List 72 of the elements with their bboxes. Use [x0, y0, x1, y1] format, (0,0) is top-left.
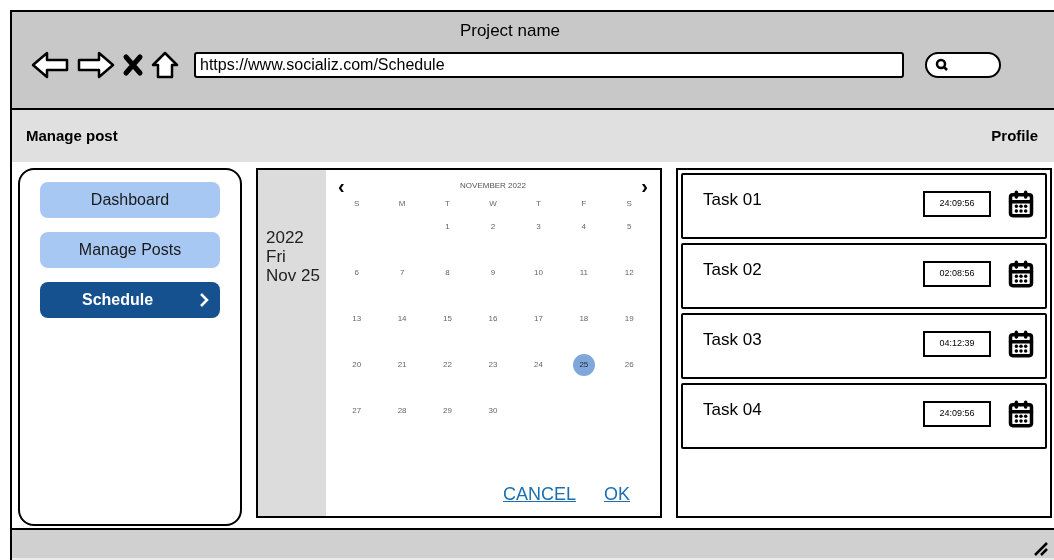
- calendar-day[interactable]: 5: [618, 216, 641, 238]
- calendar-day[interactable]: 13: [345, 308, 368, 330]
- window-title: Project name: [459, 20, 561, 42]
- calendar-day[interactable]: 23: [482, 354, 504, 376]
- calendar-day[interactable]: 22: [436, 354, 459, 376]
- calendar-day[interactable]: 20: [345, 354, 368, 376]
- previous-month-button[interactable]: ‹: [334, 176, 349, 196]
- calendar-day[interactable]: 16: [482, 308, 504, 330]
- weekday-label: S: [625, 198, 633, 210]
- calendar-day[interactable]: 24: [527, 354, 550, 376]
- month-label: NOVEMBER 2022: [460, 180, 526, 192]
- calendar-day[interactable]: 12: [618, 262, 641, 284]
- chevron-right-icon: [198, 292, 210, 308]
- cancel-button[interactable]: CANCEL: [502, 481, 576, 508]
- calendar-day[interactable]: 28: [391, 400, 414, 422]
- sidebar-item[interactable]: Schedule: [40, 282, 220, 318]
- weekday-label: T: [534, 198, 542, 210]
- calendar-day[interactable]: 21: [391, 354, 414, 376]
- calendar-day[interactable]: 27: [345, 400, 368, 422]
- search-field[interactable]: [925, 51, 1001, 78]
- home-icon[interactable]: [150, 49, 180, 80]
- calendar-icon[interactable]: [1007, 260, 1035, 288]
- calendar-day[interactable]: 7: [391, 262, 414, 284]
- selected-date: Nov 25: [266, 266, 321, 285]
- calendar-day[interactable]: 3: [527, 216, 550, 238]
- time-field[interactable]: 04:12:39: [923, 331, 991, 357]
- next-month-button[interactable]: ›: [637, 176, 652, 196]
- task-name: Task 03: [703, 329, 763, 351]
- calendar-day[interactable]: 11: [572, 262, 595, 284]
- selected-year: 2022: [266, 228, 305, 247]
- calendar-day[interactable]: 18: [572, 308, 595, 330]
- resize-grip-icon[interactable]: [1032, 540, 1048, 556]
- weekday-label: W: [488, 198, 498, 210]
- close-icon[interactable]: [122, 52, 144, 77]
- calendar-icon[interactable]: [1007, 330, 1035, 358]
- calendar-day[interactable]: 8: [436, 262, 459, 284]
- back-arrow-icon[interactable]: [30, 49, 70, 80]
- time-field[interactable]: 02:08:56: [923, 261, 991, 287]
- calendar-day[interactable]: 29: [436, 400, 459, 422]
- task-name: Task 04: [703, 399, 763, 421]
- time-field[interactable]: 24:09:56: [923, 401, 991, 427]
- calendar-day[interactable]: 17: [527, 308, 550, 330]
- weekday-label: M: [397, 198, 407, 210]
- calendar-day[interactable]: 1: [436, 216, 459, 238]
- task-name: Task 02: [703, 259, 763, 281]
- weekday-label: S: [353, 198, 361, 210]
- forward-arrow-icon[interactable]: [76, 49, 116, 80]
- selected-weekday: Fri: [266, 247, 287, 266]
- calendar-day[interactable]: 9: [482, 262, 504, 284]
- calendar-icon[interactable]: [1007, 190, 1035, 218]
- ok-button[interactable]: OK: [604, 481, 630, 508]
- calendar-day[interactable]: 6: [345, 262, 368, 284]
- calendar-day[interactable]: 25: [572, 354, 595, 376]
- calendar-icon[interactable]: [1007, 400, 1035, 428]
- calendar-day[interactable]: 30: [482, 400, 504, 422]
- calendar-day[interactable]: 2: [482, 216, 504, 238]
- sidebar-item[interactable]: Manage Posts: [40, 232, 220, 268]
- sidebar-item[interactable]: Dashboard: [40, 182, 220, 218]
- calendar-day[interactable]: 26: [618, 354, 641, 376]
- search-icon: [935, 57, 949, 72]
- calendar-day[interactable]: 14: [391, 308, 414, 330]
- time-field[interactable]: 24:09:56: [923, 191, 991, 217]
- weekday-label: T: [444, 198, 451, 210]
- task-name: Task 01: [703, 189, 763, 211]
- calendar-day[interactable]: 4: [572, 216, 595, 238]
- page-title: Manage post: [26, 125, 118, 146]
- calendar-day[interactable]: 19: [618, 308, 641, 330]
- calendar-day[interactable]: 10: [527, 262, 550, 284]
- weekday-label: F: [580, 198, 588, 210]
- calendar-day[interactable]: 15: [436, 308, 459, 330]
- url-field[interactable]: https://www.socializ.com/Schedule: [194, 51, 904, 78]
- profile-link[interactable]: Profile: [991, 124, 1038, 148]
